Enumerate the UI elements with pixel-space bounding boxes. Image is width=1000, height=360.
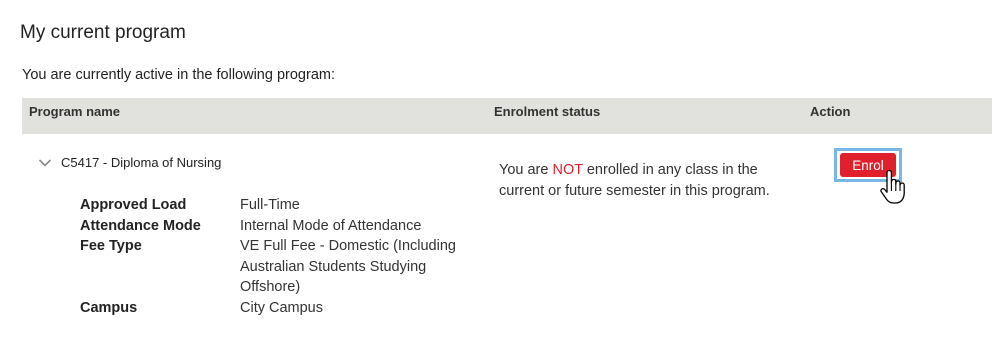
table-header: Program name Enrolment status Action [22, 98, 992, 134]
detail-label: Attendance Mode [80, 217, 201, 234]
column-header-program-name: Program name [29, 104, 121, 119]
detail-row-campus: Campus City Campus [80, 298, 490, 319]
detail-row-fee-type: Fee Type VE Full Fee - Domestic (Includi… [80, 236, 490, 298]
hand-pointer-cursor-icon [880, 170, 905, 204]
intro-text: You are currently active in the followin… [22, 67, 335, 83]
detail-value: Internal Mode of Attendance [240, 217, 422, 234]
enrolment-status-text: You are NOT enrolled in any class in the… [499, 160, 799, 202]
detail-value: VE Full Fee - Domestic (Including Austra… [240, 238, 456, 295]
detail-label: Fee Type [80, 238, 142, 254]
detail-value: Full-Time [240, 197, 300, 213]
status-emphasis: NOT [552, 162, 583, 178]
detail-row-attendance-mode: Attendance Mode Internal Mode of Attenda… [80, 216, 490, 237]
chevron-down-icon[interactable] [38, 158, 52, 168]
page-title: My current program [20, 22, 186, 43]
column-header-enrolment-status: Enrolment status [494, 104, 601, 119]
column-header-action: Action [810, 104, 851, 119]
status-prefix: You are [499, 162, 553, 178]
detail-label: Campus [80, 299, 138, 316]
detail-value: City Campus [240, 299, 323, 316]
program-name: C5417 - Diploma of Nursing [61, 155, 222, 170]
detail-row-approved-load: Approved Load Full-Time [80, 195, 490, 216]
program-details: Approved Load Full-Time Attendance Mode … [80, 195, 490, 318]
program-toggle[interactable]: C5417 - Diploma of Nursing [38, 155, 221, 170]
current-program-page: My current program You are currently act… [0, 0, 1000, 360]
detail-label: Approved Load [80, 197, 187, 213]
